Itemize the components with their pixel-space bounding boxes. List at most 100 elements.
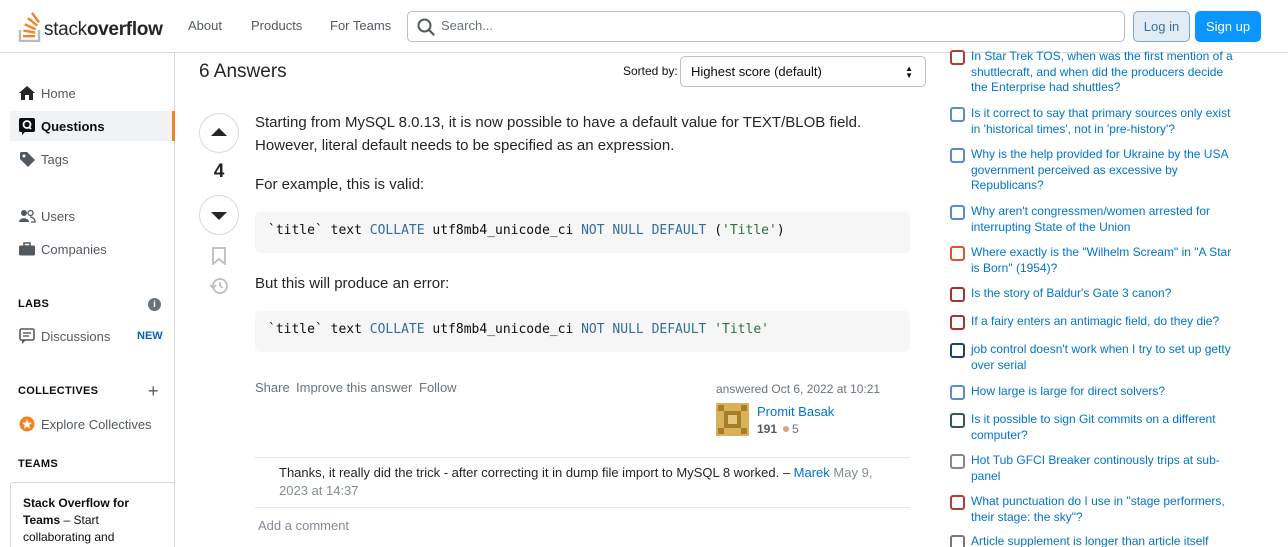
users-icon	[18, 207, 36, 225]
politics-site-icon	[950, 148, 965, 163]
sidebar-item-label: Discussions	[41, 328, 111, 344]
hot-question-item[interactable]: job control doesn't work when I try to s…	[950, 342, 1250, 373]
sort-select[interactable]: Highest score (default) ▲ ▼	[680, 56, 926, 87]
security-site-icon	[950, 413, 965, 428]
sidebar-item-users[interactable]: Users	[10, 201, 175, 231]
hot-question-item[interactable]: In Star Trek TOS, when was the first men…	[950, 49, 1250, 96]
improve-answer-link[interactable]: Improve this answer	[296, 380, 412, 395]
hot-question-item[interactable]: Is the story of Baldur's Gate 3 canon?	[950, 286, 1250, 302]
answered-timestamp: answered Oct 6, 2022 at 10:21	[716, 382, 881, 396]
diy-site-icon	[950, 454, 965, 469]
search-input[interactable]	[441, 18, 1041, 33]
add-comment-link[interactable]: Add a comment	[258, 518, 349, 533]
sidebar-item-label: Questions	[41, 118, 105, 134]
left-sidebar: Home Questions Tags Users Companies LABS…	[0, 53, 175, 547]
code-block: `title` text COLLATE utf8mb4_unicode_ci …	[255, 311, 910, 352]
site-logo[interactable]: stackoverflow	[18, 10, 163, 42]
sidebar-item-label: Home	[41, 85, 76, 101]
comment: Thanks, it really did the trick - after …	[255, 457, 910, 508]
sorted-by-label: Sorted by:	[623, 64, 678, 78]
movies-site-icon	[950, 246, 965, 261]
sidebar-item-explore-collectives[interactable]: Explore Collectives	[10, 409, 175, 439]
discussions-icon	[18, 327, 36, 345]
history-icon[interactable]	[209, 277, 229, 295]
downvote-button[interactable]	[199, 195, 239, 235]
hot-question-link[interactable]: If a fairy enters an antimagic field, do…	[971, 314, 1241, 330]
answer-paragraph: For example, this is valid:	[255, 176, 425, 193]
hot-question-link[interactable]: Is it possible to sign Git commits on a …	[971, 412, 1241, 443]
hot-question-item[interactable]: If a fairy enters an antimagic field, do…	[950, 314, 1250, 330]
hot-question-link[interactable]: Where exactly is the "Wilhelm Scream" in…	[971, 245, 1241, 276]
sidebar-item-home[interactable]: Home	[10, 78, 175, 108]
hot-question-link[interactable]: What punctuation do I use in "stage perf…	[971, 494, 1241, 525]
info-icon[interactable]: i	[148, 298, 161, 311]
sidebar-item-label: Users	[41, 208, 75, 224]
hot-question-item[interactable]: Why is the help provided for Ukraine by …	[950, 147, 1250, 194]
hot-question-link[interactable]: Why aren't congressmen/women arrested fo…	[971, 204, 1241, 235]
avatar[interactable]	[716, 403, 749, 436]
sidebar-item-tags[interactable]: Tags	[10, 144, 175, 174]
arrow-down-icon	[211, 212, 227, 220]
english-site-icon	[950, 495, 965, 510]
labs-heading: LABS	[18, 298, 50, 310]
upvote-button[interactable]	[199, 113, 239, 153]
collectives-heading: COLLECTIVES	[18, 385, 99, 397]
hot-question-item[interactable]: Is it correct to say that primary source…	[950, 106, 1250, 137]
arrow-up-icon	[211, 128, 227, 136]
hot-question-link[interactable]: Article supplement is longer than articl…	[971, 534, 1241, 547]
new-badge: NEW	[137, 330, 163, 342]
search-box[interactable]	[407, 11, 1125, 42]
tag-icon	[18, 150, 36, 168]
follow-link[interactable]: Follow	[419, 380, 457, 395]
login-button[interactable]: Log in	[1133, 11, 1190, 42]
sort-select-value: Highest score (default)	[691, 64, 822, 79]
search-icon	[417, 18, 435, 36]
home-icon	[18, 84, 36, 102]
briefcase-icon	[18, 240, 36, 258]
hot-question-item[interactable]: Hot Tub GFCI Breaker continously trips a…	[950, 453, 1250, 484]
hot-question-item[interactable]: Why aren't congressmen/women arrested fo…	[950, 204, 1250, 235]
collectives-icon	[18, 415, 36, 433]
scifi-site-icon	[950, 50, 965, 65]
hot-question-item[interactable]: Where exactly is the "Wilhelm Scream" in…	[950, 245, 1250, 276]
share-link[interactable]: Share	[255, 380, 290, 395]
answers-count: 6 Answers	[199, 61, 287, 82]
hot-question-link[interactable]: Hot Tub GFCI Breaker continously trips a…	[971, 453, 1241, 484]
plus-icon[interactable]: +	[148, 382, 159, 400]
teams-promo[interactable]: Stack Overflow for Teams – Start collabo…	[10, 482, 175, 547]
hot-question-item[interactable]: What punctuation do I use in "stage perf…	[950, 494, 1250, 525]
sidebar-item-label: Companies	[41, 241, 107, 257]
hot-question-item[interactable]: Is it possible to sign Git commits on a …	[950, 412, 1250, 443]
nav-for-teams[interactable]: For Teams	[330, 18, 391, 33]
sidebar-item-questions[interactable]: Questions	[10, 111, 175, 141]
nav-about[interactable]: About	[188, 18, 222, 33]
rpg-site-icon	[950, 287, 965, 302]
sidebar-item-label: Tags	[41, 151, 69, 167]
vote-count: 4	[213, 161, 225, 182]
code-block: `title` text COLLATE utf8mb4_unicode_ci …	[255, 212, 910, 253]
hot-question-item[interactable]: Article supplement is longer than articl…	[950, 534, 1250, 547]
answer-paragraph: But this will produce an error:	[255, 275, 450, 292]
user-reputation: 191 5	[757, 422, 799, 436]
scicomp-site-icon	[950, 385, 965, 400]
unix-site-icon	[950, 343, 965, 358]
hot-question-link[interactable]: Is the story of Baldur's Gate 3 canon?	[971, 286, 1241, 302]
bookmark-icon[interactable]	[211, 247, 227, 265]
academia-site-icon	[950, 535, 965, 547]
signup-button[interactable]: Sign up	[1195, 11, 1261, 42]
sidebar-item-companies[interactable]: Companies	[10, 234, 175, 264]
hot-question-link[interactable]: job control doesn't work when I try to s…	[971, 342, 1241, 373]
hot-question-link[interactable]: Why is the help provided for Ukraine by …	[971, 147, 1241, 194]
hot-question-item[interactable]: How large is large for direct solvers?	[950, 384, 1250, 400]
teams-heading: TEAMS	[18, 458, 58, 470]
answer-paragraph: Starting from MySQL 8.0.13, it is now po…	[255, 114, 862, 154]
nav-products[interactable]: Products	[251, 18, 302, 33]
logo-text: stackoverflow	[44, 19, 163, 40]
hot-question-link[interactable]: How large is large for direct solvers?	[971, 384, 1241, 400]
hot-question-link[interactable]: In Star Trek TOS, when was the first men…	[971, 49, 1241, 96]
comment-text: Thanks, it really did the trick - after …	[279, 465, 791, 480]
hot-question-link[interactable]: Is it correct to say that primary source…	[971, 106, 1241, 137]
stackoverflow-logo-icon	[18, 12, 41, 42]
comment-author-link[interactable]: Marek	[794, 465, 830, 480]
user-name-link[interactable]: Promit Basak	[757, 404, 834, 419]
